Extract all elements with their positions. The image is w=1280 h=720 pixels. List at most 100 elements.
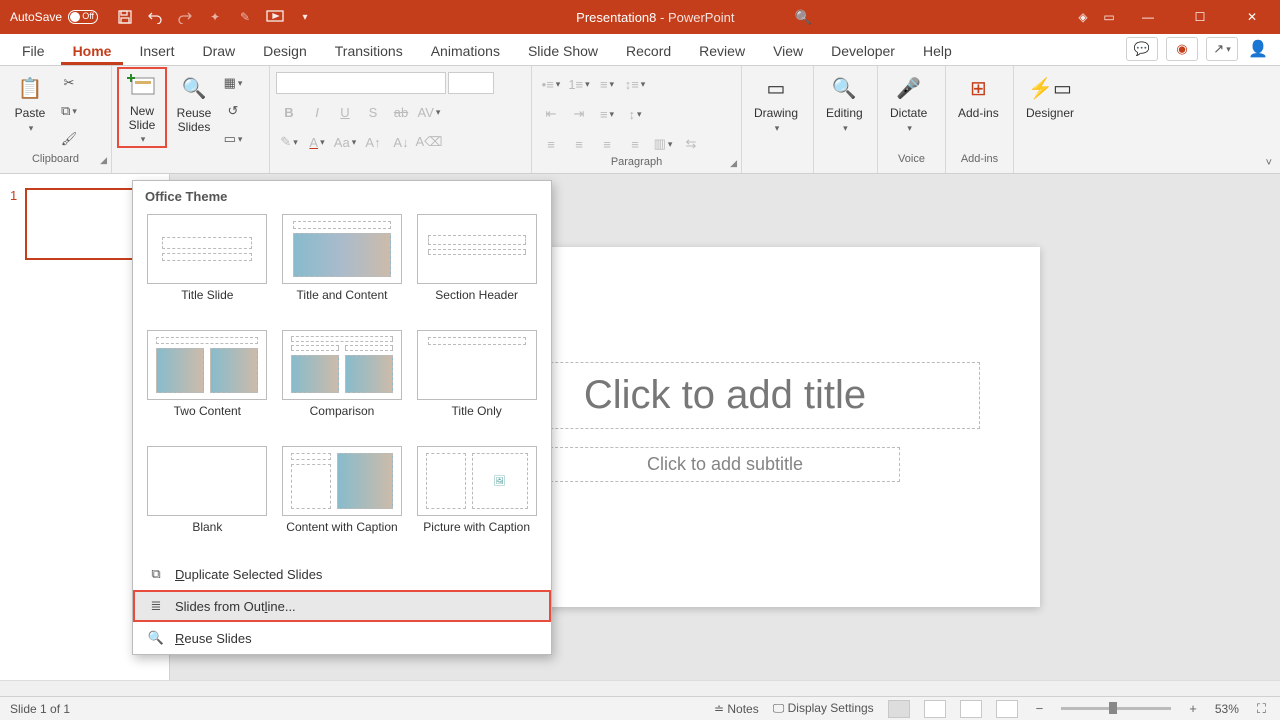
layout-picture-caption[interactable]: 🖼	[417, 446, 537, 516]
italic-button[interactable]: I	[304, 100, 330, 124]
tab-animations[interactable]: Animations	[419, 37, 512, 65]
format-painter-icon[interactable]: 🖌	[58, 128, 80, 150]
numbering-button[interactable]: 1≡▾	[566, 72, 592, 96]
share-button[interactable]: ↗ ▾	[1206, 37, 1238, 61]
layout-comparison[interactable]	[282, 330, 402, 400]
zoom-in-button[interactable]: +	[1185, 701, 1201, 716]
align-center-button[interactable]: ≡	[566, 132, 592, 156]
record-button[interactable]: ◉	[1166, 37, 1198, 61]
bold-button[interactable]: B	[276, 100, 302, 124]
zoom-level[interactable]: 53%	[1215, 702, 1239, 716]
highlight-button[interactable]: ✎▾	[276, 130, 302, 154]
layout-blank[interactable]	[147, 446, 267, 516]
underline-button[interactable]: U	[332, 100, 358, 124]
drawing-button[interactable]: ▭Drawing▾	[748, 68, 804, 135]
slideshow-view-button[interactable]	[996, 700, 1018, 718]
normal-view-button[interactable]	[888, 700, 910, 718]
layout-two-content[interactable]	[147, 330, 267, 400]
qat-more-icon[interactable]: ▾	[296, 8, 314, 26]
clear-format-button[interactable]: A⌫	[416, 130, 442, 154]
bullets-button[interactable]: •≡▾	[538, 72, 564, 96]
tab-draw[interactable]: Draw	[190, 37, 247, 65]
layout-title-content[interactable]	[282, 214, 402, 284]
dictate-button[interactable]: 🎤Dictate▾	[884, 68, 933, 135]
reuse-slides-item[interactable]: 🔍Reuse Slides	[133, 622, 551, 654]
autosave-toggle[interactable]: AutoSave Off	[10, 10, 98, 24]
strike-button[interactable]: ab	[388, 100, 414, 124]
layout-title-only[interactable]	[417, 330, 537, 400]
cut-icon[interactable]: ✂	[58, 72, 80, 94]
tab-review[interactable]: Review	[687, 37, 757, 65]
font-color-button[interactable]: A▾	[304, 130, 330, 154]
reset-icon[interactable]: ↺	[222, 100, 244, 122]
duplicate-slides-item[interactable]: ⧉Duplicate Selected Slides	[133, 558, 551, 590]
fit-to-window-button[interactable]: ⛶	[1253, 701, 1270, 717]
grow-font-button[interactable]: A↑	[360, 130, 386, 154]
account-icon[interactable]: 👤	[1246, 39, 1270, 59]
layout-title-slide[interactable]	[147, 214, 267, 284]
display-settings-button[interactable]: 🖵 Display Settings	[773, 701, 874, 716]
line-spacing-button[interactable]: ↕≡▾	[622, 72, 648, 96]
addins-button[interactable]: ⊞Add-ins	[952, 68, 1005, 120]
decrease-indent-button[interactable]: ⇤	[538, 102, 564, 126]
paste-button[interactable]: 📋 Paste▾	[6, 68, 54, 135]
launcher-icon[interactable]: ◢	[100, 155, 107, 166]
tab-transitions[interactable]: Transitions	[323, 37, 415, 65]
change-case-button[interactable]: Aa▾	[332, 130, 358, 154]
reuse-slides-button[interactable]: 🔍 Reuse Slides	[170, 68, 218, 134]
window-mode-icon[interactable]: ▭	[1100, 8, 1118, 26]
section-icon[interactable]: ▭ ▾	[222, 128, 244, 150]
align-left-button[interactable]: ≡	[538, 132, 564, 156]
reading-view-button[interactable]	[960, 700, 982, 718]
notes-button[interactable]: ≐ Notes	[714, 702, 759, 716]
qat-icon[interactable]: ✎	[236, 8, 254, 26]
layout-content-caption[interactable]	[282, 446, 402, 516]
new-slide-button[interactable]: New Slide▾	[118, 68, 166, 147]
close-button[interactable]: ✕	[1230, 0, 1274, 34]
minimize-button[interactable]: ―	[1126, 0, 1170, 34]
tab-developer[interactable]: Developer	[819, 37, 907, 65]
increase-indent-button[interactable]: ⇥	[566, 102, 592, 126]
font-size-combo[interactable]	[448, 72, 494, 94]
smartart-button[interactable]: ⇆	[678, 132, 704, 156]
tab-record[interactable]: Record	[614, 37, 683, 65]
tab-design[interactable]: Design	[251, 37, 319, 65]
shrink-font-button[interactable]: A↓	[388, 130, 414, 154]
maximize-button[interactable]: ☐	[1178, 0, 1222, 34]
horizontal-scrollbar[interactable]	[0, 680, 1280, 696]
subtitle-placeholder[interactable]: Click to add subtitle	[550, 447, 900, 482]
save-icon[interactable]	[116, 8, 134, 26]
font-combo[interactable]	[276, 72, 446, 94]
columns-button[interactable]: ▥▾	[650, 132, 676, 156]
align-text-button[interactable]: ≡▾	[594, 102, 620, 126]
comments-button[interactable]: 💬	[1126, 37, 1158, 61]
justify-button[interactable]: ≡	[622, 132, 648, 156]
zoom-out-button[interactable]: −	[1032, 701, 1048, 716]
shadow-button[interactable]: S	[360, 100, 386, 124]
copy-icon[interactable]: ⧉ ▾	[58, 100, 80, 122]
editing-button[interactable]: 🔍Editing▾	[820, 68, 869, 135]
tab-view[interactable]: View	[761, 37, 815, 65]
undo-icon[interactable]	[146, 8, 164, 26]
present-icon[interactable]	[266, 8, 284, 26]
designer-button[interactable]: ⚡▭Designer	[1020, 68, 1080, 120]
tab-help[interactable]: Help	[911, 37, 964, 65]
launcher-icon[interactable]: ◢	[730, 158, 737, 169]
character-spacing-button[interactable]: AV▾	[416, 100, 442, 124]
tab-home[interactable]: Home	[61, 37, 124, 65]
collapse-ribbon-icon[interactable]: ˅	[1266, 157, 1272, 169]
layout-icon[interactable]: ▦ ▾	[222, 72, 244, 94]
list-level-button[interactable]: ≡▾	[594, 72, 620, 96]
search-icon[interactable]: 🔍	[794, 9, 811, 26]
text-direction-button[interactable]: ↕▾	[622, 102, 648, 126]
slides-from-outline-item[interactable]: ≣Slides from Outline...	[133, 590, 551, 622]
align-right-button[interactable]: ≡	[594, 132, 620, 156]
tab-file[interactable]: File	[10, 37, 57, 65]
qat-icon[interactable]: ✦	[206, 8, 224, 26]
sorter-view-button[interactable]	[924, 700, 946, 718]
diamond-icon[interactable]: ◈	[1074, 8, 1092, 26]
tab-slideshow[interactable]: Slide Show	[516, 37, 610, 65]
zoom-slider[interactable]	[1061, 707, 1171, 710]
redo-icon[interactable]	[176, 8, 194, 26]
layout-section-header[interactable]	[417, 214, 537, 284]
